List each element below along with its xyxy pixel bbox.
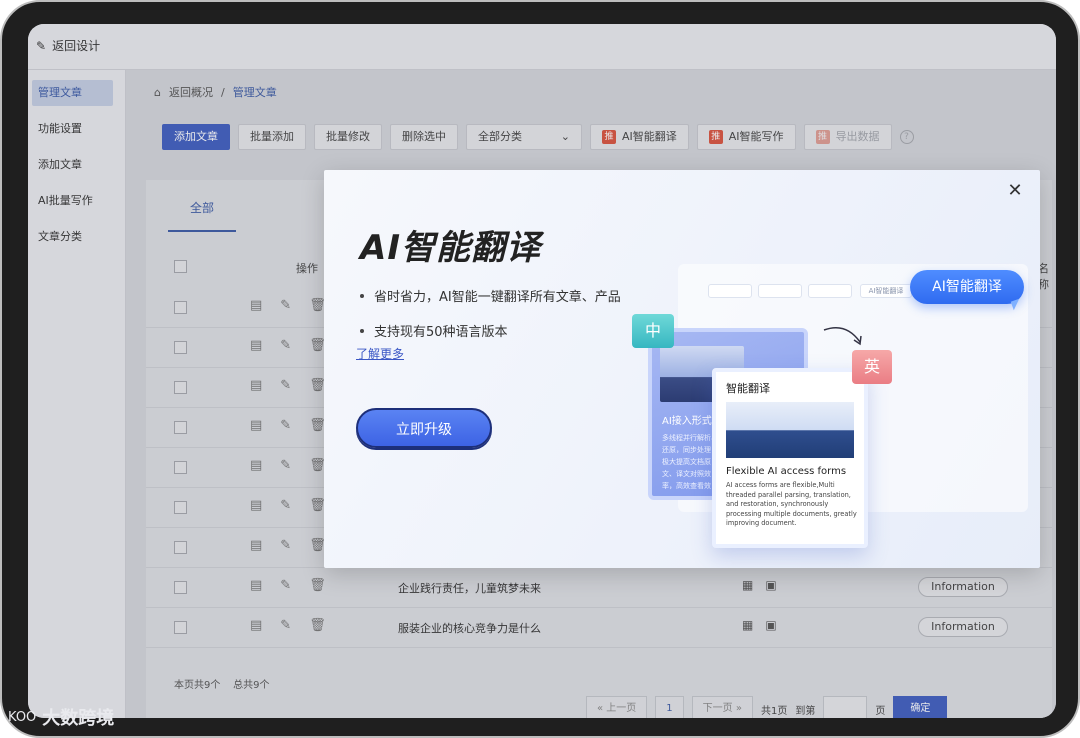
close-icon[interactable]: ✕ bbox=[1006, 182, 1024, 200]
upgrade-button[interactable]: 立即升级 bbox=[356, 408, 492, 448]
translate-illustration: AI智能翻译 AI接入形式 多线程并行解析、还原，同步处理，极大提高文档原文、译… bbox=[624, 250, 1040, 568]
landscape-image bbox=[726, 402, 854, 458]
curved-arrow-icon bbox=[823, 327, 862, 346]
ai-translate-illustration-button: AI智能翻译 bbox=[910, 270, 1024, 304]
ai-translate-modal: ✕ AI智能翻译 省时省力，AI智能一键翻译所有文章、产品 支持现有50种语言版… bbox=[324, 170, 1040, 568]
placeholder-bar bbox=[708, 284, 752, 298]
translated-card-heading: Flexible AI access forms bbox=[726, 466, 847, 477]
translated-card-body: AI access forms are flexible,Multi threa… bbox=[726, 481, 857, 528]
translated-doc-card: 智能翻译 Flexible AI access forms AI access … bbox=[712, 368, 868, 548]
tablet-frame: ✎ 返回设计 管理文章 功能设置 添加文章 AI批量写作 文章分类 ⌂ 返回概况… bbox=[0, 0, 1080, 738]
modal-title: AI智能翻译 bbox=[360, 228, 541, 268]
translated-card-title: 智能翻译 bbox=[726, 382, 770, 395]
watermark: KOO 大数跨境 bbox=[8, 704, 114, 730]
placeholder-bar bbox=[808, 284, 852, 298]
placeholder-bar bbox=[758, 284, 802, 298]
feature-item: 支持现有50种语言版本 bbox=[360, 321, 621, 340]
source-card-title: AI接入形式 bbox=[662, 416, 712, 427]
screen: ✎ 返回设计 管理文章 功能设置 添加文章 AI批量写作 文章分类 ⌂ 返回概况… bbox=[28, 24, 1056, 718]
learn-more-link[interactable]: 了解更多 bbox=[356, 345, 404, 362]
chinese-tag: 中 bbox=[632, 314, 674, 348]
small-translate-pill: AI智能翻译 bbox=[860, 284, 912, 298]
watermark-logo: KOO bbox=[8, 709, 37, 725]
feature-item: 省时省力，AI智能一键翻译所有文章、产品 bbox=[360, 286, 621, 305]
english-tag: 英 bbox=[852, 350, 892, 384]
watermark-text: 大数跨境 bbox=[42, 708, 115, 729]
